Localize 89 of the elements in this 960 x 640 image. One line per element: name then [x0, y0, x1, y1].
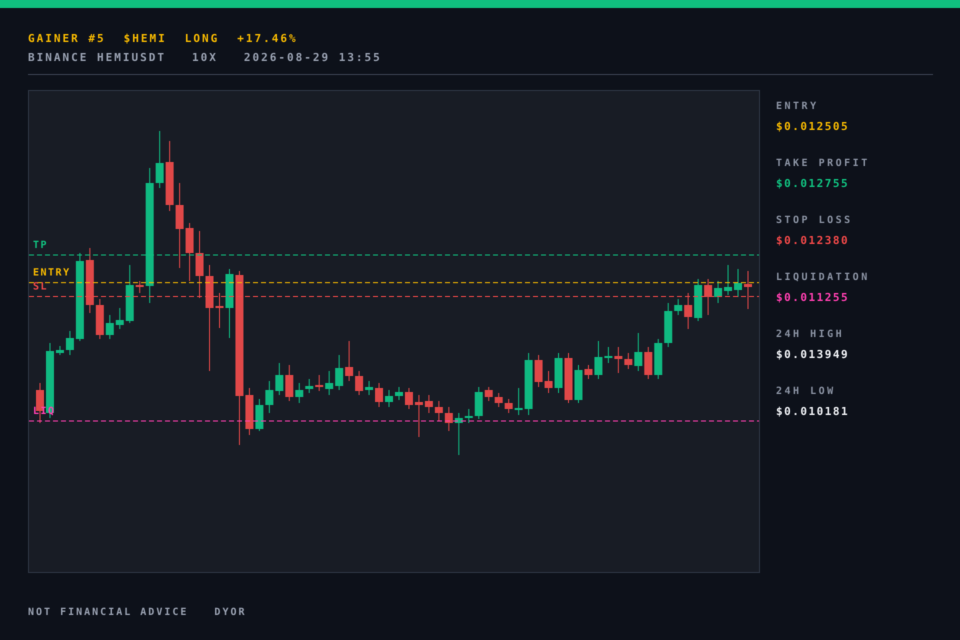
candlestick	[744, 270, 752, 310]
candlestick	[424, 394, 433, 414]
candlestick	[166, 140, 174, 212]
candlestick	[524, 352, 533, 416]
candlestick	[574, 364, 582, 404]
candlestick	[196, 230, 204, 298]
stat-value: $0.010181	[776, 405, 850, 418]
candlestick	[96, 298, 104, 340]
level-label: SL	[33, 282, 48, 292]
candlestick	[564, 352, 572, 404]
candlestick	[714, 280, 722, 304]
candlestick	[494, 392, 503, 408]
stat-label: LIQUIDATION	[776, 272, 870, 283]
level-label: TP	[33, 240, 48, 251]
candlestick	[265, 380, 274, 414]
headline-text: +17.46%	[237, 32, 298, 45]
candlestick	[305, 378, 314, 394]
headline-text: LONG	[184, 32, 220, 45]
candlestick	[315, 374, 324, 392]
candlestick	[614, 346, 622, 374]
candlestick	[126, 264, 134, 324]
trade-info-text: 10X	[192, 51, 218, 64]
candlestick	[594, 340, 602, 380]
candlestick	[385, 390, 394, 408]
candlestick	[225, 268, 234, 338]
candlestick	[664, 302, 672, 348]
candlestick	[674, 298, 682, 316]
headline-text: $HEMI	[124, 32, 167, 45]
candlestick	[186, 222, 194, 282]
candlestick	[355, 370, 364, 396]
stat-label: TAKE PROFIT	[776, 158, 870, 169]
candlestick	[275, 362, 284, 396]
candlestick	[724, 264, 732, 296]
candlestick	[604, 346, 612, 364]
candlestick	[285, 364, 294, 402]
stat-label: 24H LOW	[776, 386, 837, 397]
stat-label: 24H HIGH	[776, 329, 846, 340]
candlestick	[394, 386, 403, 400]
candlestick	[86, 248, 94, 314]
candlestick	[644, 346, 652, 380]
candlestick	[684, 292, 692, 330]
level-label: ENTRY	[33, 268, 71, 279]
candlestick	[474, 386, 483, 420]
stat-label: ENTRY	[776, 101, 820, 112]
stat-value: $0.012505	[776, 120, 850, 133]
candlestick	[56, 346, 64, 356]
candlestick	[434, 400, 443, 422]
stat-value: $0.012380	[776, 234, 850, 247]
candlestick	[414, 394, 423, 438]
candlestick	[624, 352, 632, 370]
stat-value: $0.013949	[776, 348, 850, 361]
candlestick	[484, 386, 493, 402]
candlestick	[116, 308, 124, 330]
candlestick	[365, 380, 374, 396]
candlestick	[734, 268, 742, 298]
candlestick	[136, 280, 144, 294]
candlestick	[325, 370, 334, 396]
candlestick	[106, 314, 114, 340]
candlestick	[345, 340, 354, 382]
stat-value: $0.012755	[776, 177, 850, 190]
candlestick	[335, 354, 344, 390]
candlestick	[534, 354, 543, 388]
candlestick	[634, 332, 642, 372]
candlestick	[454, 412, 463, 456]
trade-info-text: 2026-08-29 13:55	[244, 51, 382, 64]
candlestick	[504, 398, 513, 414]
candlestick	[464, 408, 473, 424]
stat-value: $0.011255	[776, 291, 850, 304]
candlestick	[404, 388, 413, 410]
candlestick	[704, 278, 712, 316]
candlestick	[444, 406, 453, 432]
candlestick	[255, 398, 264, 432]
candlestick	[295, 382, 304, 404]
candlestick	[66, 330, 74, 356]
candlestick	[584, 364, 592, 380]
stat-label: STOP LOSS	[776, 215, 854, 226]
disclaimer-text: NOT FINANCIAL ADVICE	[28, 607, 188, 618]
disclaimer-text: DYOR	[214, 607, 247, 618]
candlestick	[245, 388, 254, 436]
candlestick	[216, 292, 224, 328]
candlestick	[544, 370, 553, 394]
candlestick	[514, 388, 523, 416]
candlestick	[156, 130, 164, 188]
trade-info-text: BINANCE HEMIUSDT	[28, 51, 166, 64]
candlestick	[654, 338, 662, 380]
candlestick	[375, 382, 384, 408]
candlestick	[694, 278, 702, 322]
candlestick	[554, 352, 563, 394]
headline-text: GAINER #5	[28, 32, 106, 45]
